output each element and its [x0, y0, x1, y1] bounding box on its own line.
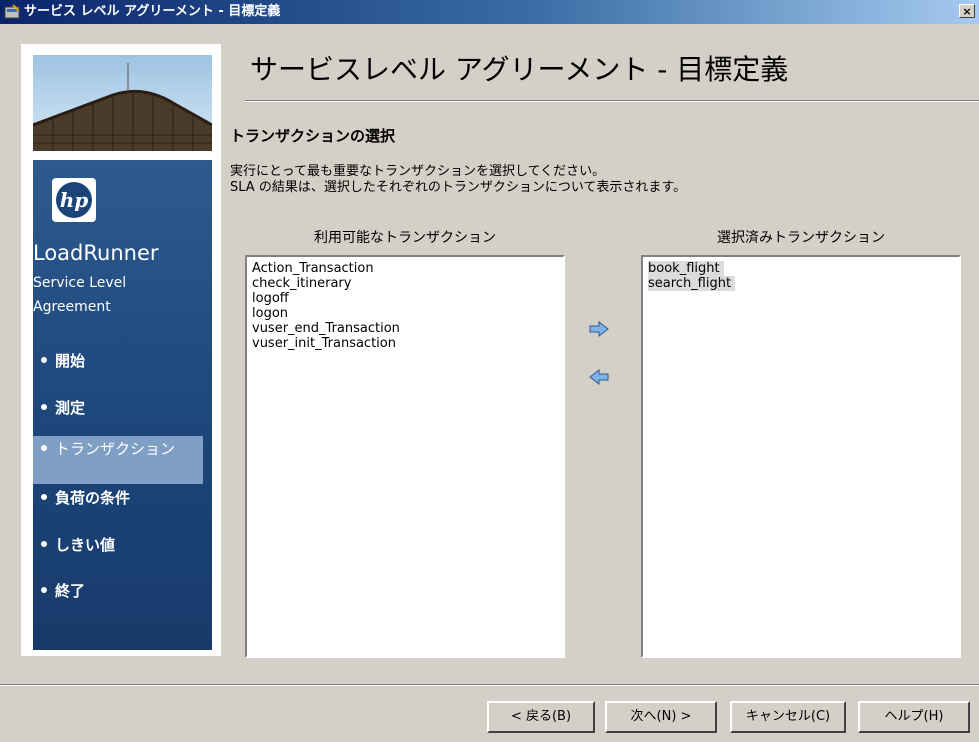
page-title: サービスレベル アグリーメント - 目標定義 — [250, 53, 789, 86]
section-heading: トランザクションの選択 — [230, 127, 396, 145]
list-item[interactable]: vuser_end_Transaction — [252, 321, 558, 336]
step-start: 開始 — [41, 350, 211, 371]
selected-transactions-list[interactable]: book_flight search_flight — [641, 255, 961, 658]
header-divider — [245, 100, 979, 102]
bullet-icon — [41, 540, 47, 547]
window-title: サービス レベル アグリーメント - 目標定義 — [24, 4, 281, 19]
title-bar: サービス レベル アグリーメント - 目標定義 × — [0, 0, 979, 24]
step-finish: 終了 — [41, 580, 211, 601]
available-transactions-list[interactable]: Action_Transaction check_itinerary logof… — [245, 255, 565, 658]
product-subtitle: Service Level Agreement — [33, 271, 126, 319]
list-item[interactable]: check_itinerary — [252, 276, 558, 291]
list-item[interactable]: logoff — [252, 291, 558, 306]
product-name: LoadRunner — [33, 241, 159, 265]
selected-transactions-label: 選択済みトランザクション — [717, 230, 885, 246]
sidebar-nav: hp LoadRunner Service Level Agreement 開始… — [33, 160, 212, 650]
remove-arrow-button[interactable] — [588, 369, 610, 385]
add-arrow-button[interactable] — [588, 321, 610, 337]
roller-coaster-image — [33, 55, 212, 151]
cancel-button[interactable]: キャンセル(C) — [730, 701, 846, 733]
bullet-icon — [41, 444, 47, 451]
list-item[interactable]: search_flight — [648, 276, 736, 291]
subtitle-line-2: Agreement — [33, 299, 111, 315]
description-line-2: SLA の結果は、選択したそれぞれのトランザクションについて表示されます。 — [230, 180, 687, 195]
list-item[interactable]: book_flight — [648, 261, 724, 276]
close-button[interactable]: × — [959, 4, 975, 18]
step-load-criteria: 負荷の条件 — [41, 487, 211, 508]
bullet-icon — [41, 356, 47, 363]
bullet-icon — [41, 586, 47, 593]
subtitle-line-1: Service Level — [33, 275, 127, 291]
hp-logo-text: hp — [60, 188, 89, 212]
hp-logo: hp — [52, 178, 96, 222]
bullet-icon — [41, 493, 47, 500]
available-transactions-label: 利用可能なトランザクション — [314, 230, 496, 246]
list-item[interactable]: Action_Transaction — [252, 261, 558, 276]
help-button[interactable]: ヘルプ(H) — [858, 701, 970, 733]
list-item[interactable]: logon — [252, 306, 558, 321]
next-button[interactable]: 次へ(N) > — [605, 701, 717, 733]
footer-divider — [0, 684, 979, 686]
step-measurement: 測定 — [41, 397, 211, 418]
back-button[interactable]: < 戻る(B) — [487, 701, 595, 733]
step-transactions-active: トランザクション — [33, 436, 203, 484]
list-item[interactable]: vuser_init_Transaction — [252, 336, 558, 351]
step-thresholds: しきい値 — [41, 534, 211, 555]
bullet-icon — [41, 403, 47, 410]
wizard-icon — [4, 4, 20, 19]
